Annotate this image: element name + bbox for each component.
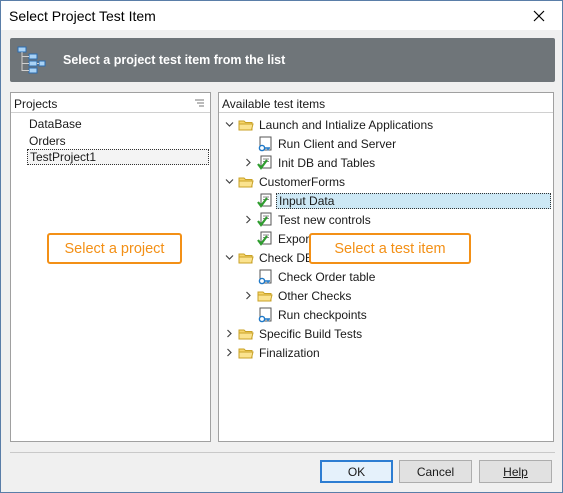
checked-test-icon: [257, 212, 273, 228]
tree-structure-icon: [17, 46, 46, 74]
tree-item-launch-and-intialize-applications[interactable]: Launch and Intialize Applications: [223, 115, 435, 134]
tree-item-label: Finalization: [259, 345, 320, 360]
chevron-right-icon[interactable]: [242, 290, 254, 302]
tree-item-label: Test new controls: [278, 212, 371, 227]
dialog-title: Select Project Test Item: [9, 8, 156, 24]
projects-panel: Projects DataBase Orders TestProject1: [10, 92, 211, 442]
callout-select-project: Select a project: [47, 233, 182, 264]
folder-icon: [238, 117, 254, 133]
help-button-label: Help: [503, 464, 528, 479]
header-banner: Select a project test item from the list: [10, 38, 555, 82]
chevron-down-icon[interactable]: [223, 252, 235, 264]
folder-icon: [238, 326, 254, 342]
chevron-right-icon[interactable]: [223, 328, 235, 340]
tree-item-label: Init DB and Tables: [278, 155, 376, 170]
tree-item-other-checks[interactable]: Other Checks: [242, 286, 353, 305]
checked-test-icon: [257, 231, 273, 247]
footer-separator: [10, 452, 555, 453]
keyword-test-icon: [257, 269, 273, 285]
tree-item-label: Input Data: [276, 192, 551, 209]
tree-item-test-new-controls[interactable]: Test new controls: [242, 210, 373, 229]
chevron-right-icon[interactable]: [242, 214, 254, 226]
callout-select-test-item: Select a test item: [309, 233, 471, 264]
tree-item-run-checkpoints[interactable]: Run checkpoints: [242, 305, 369, 324]
tree-item-input-data[interactable]: Input Data: [242, 191, 551, 210]
folder-icon: [238, 174, 254, 190]
tree-item-check-order-table[interactable]: Check Order table: [242, 267, 377, 286]
folder-icon: [238, 250, 254, 266]
tests-panel: Available test items Launch and Intializ…: [218, 92, 554, 442]
banner-text: Select a project test item from the list: [63, 53, 286, 67]
checked-test-icon: [257, 193, 273, 209]
title-bar: Select Project Test Item: [1, 1, 562, 30]
tree-item-label: Other Checks: [278, 288, 352, 303]
sort-icon[interactable]: [195, 99, 204, 108]
keyword-test-icon: [257, 136, 273, 152]
tree-item-run-client-and-server[interactable]: Run Client and Server: [242, 134, 398, 153]
close-icon: [533, 10, 545, 21]
projects-header-label: Projects: [14, 97, 58, 111]
tree-item-label: Launch and Intialize Applications: [259, 117, 434, 132]
chevron-down-icon[interactable]: [223, 176, 235, 188]
tree-item-label: Check Order table: [278, 269, 376, 284]
project-item-orders[interactable]: Orders: [27, 133, 68, 149]
keyword-test-icon: [257, 307, 273, 323]
tree-item-specific-build-tests[interactable]: Specific Build Tests: [223, 324, 364, 343]
chevron-right-icon[interactable]: [223, 347, 235, 359]
tree-item-label: Specific Build Tests: [259, 326, 363, 341]
folder-icon: [238, 345, 254, 361]
tests-header: Available test items: [219, 93, 553, 113]
chevron-down-icon[interactable]: [223, 119, 235, 131]
tree-item-finalization[interactable]: Finalization: [223, 343, 322, 362]
checked-test-icon: [257, 155, 273, 171]
cancel-button[interactable]: Cancel: [399, 460, 472, 483]
close-button[interactable]: [516, 1, 562, 30]
tree-item-init-db-and-tables[interactable]: Init DB and Tables: [242, 153, 377, 172]
tree-item-label: CustomerForms: [259, 174, 346, 189]
tree-item-customerforms[interactable]: CustomerForms: [223, 172, 347, 191]
projects-header[interactable]: Projects: [11, 93, 210, 113]
tree-item-label: Run checkpoints: [278, 307, 367, 322]
project-item-database[interactable]: DataBase: [27, 116, 84, 132]
dialog-window: Select Project Test Item Select a projec…: [0, 0, 563, 493]
help-button[interactable]: Help: [479, 460, 552, 483]
ok-button[interactable]: OK: [320, 460, 393, 483]
tree-item-label: Run Client and Server: [278, 136, 397, 151]
folder-icon: [257, 288, 273, 304]
chevron-right-icon[interactable]: [242, 157, 254, 169]
tests-header-label: Available test items: [222, 97, 326, 111]
project-item-testproject1[interactable]: TestProject1: [27, 149, 209, 165]
